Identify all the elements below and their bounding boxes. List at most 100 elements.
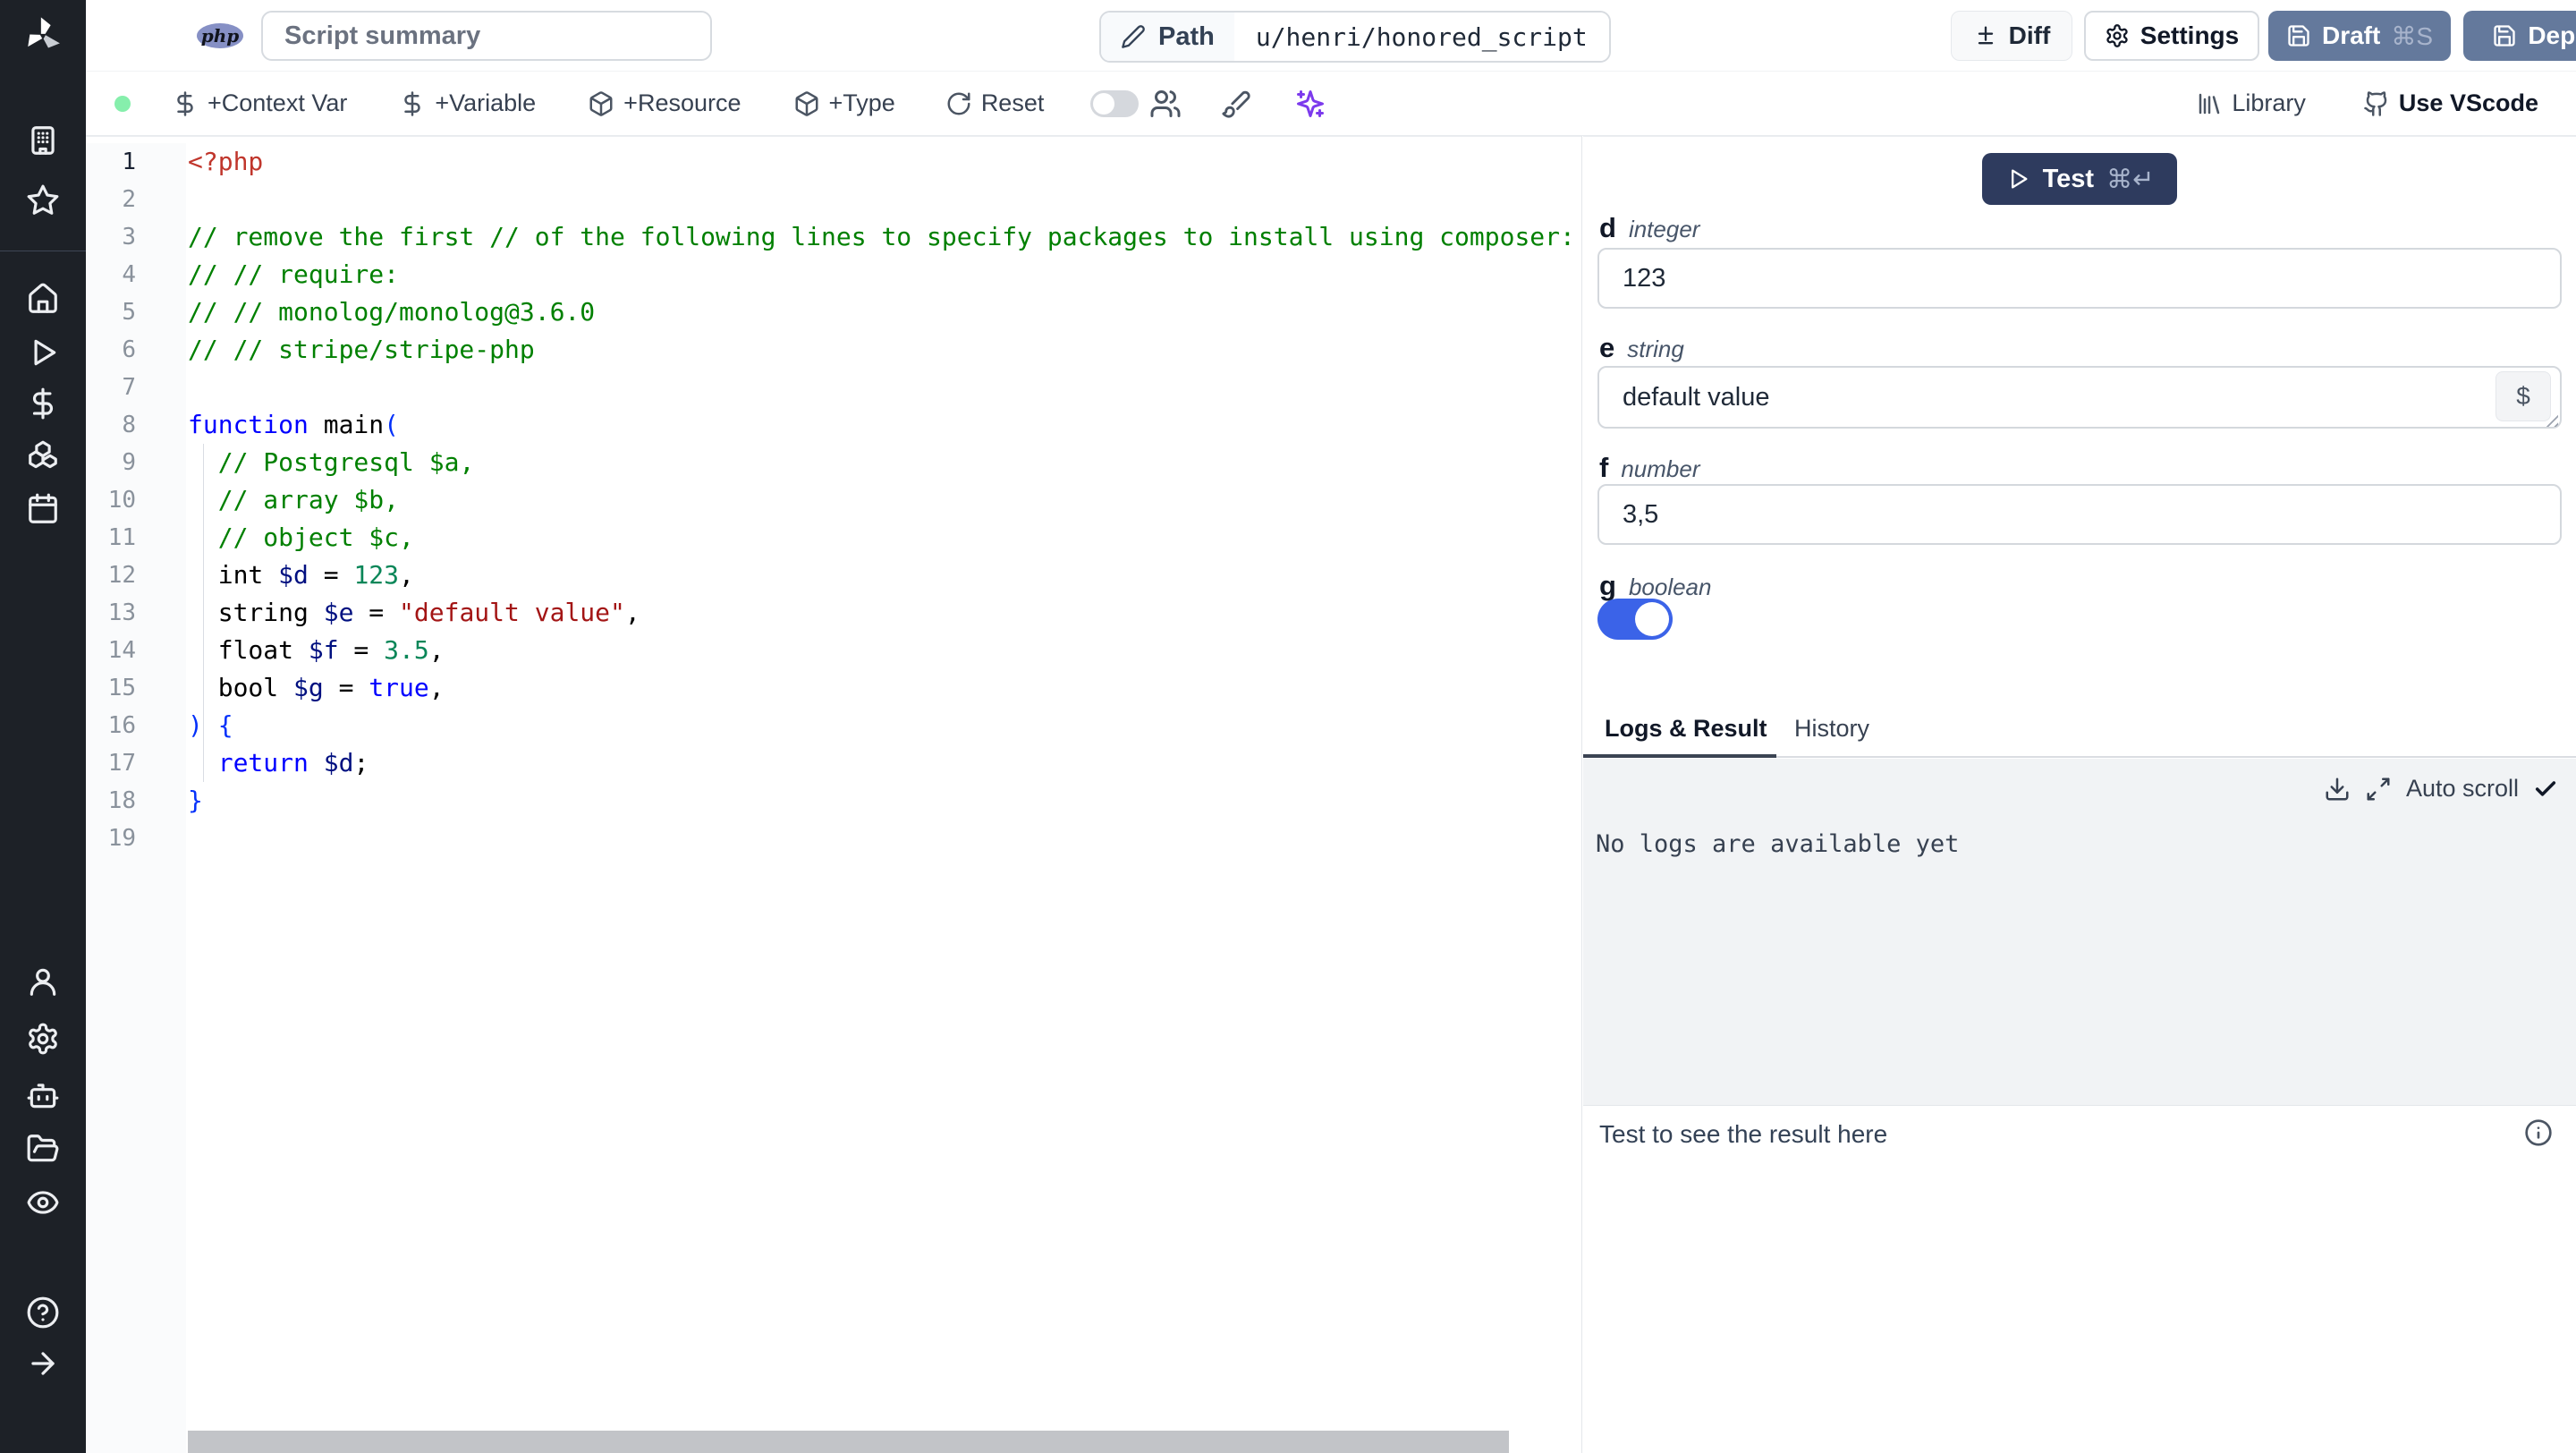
line-number: 15 [107,675,136,701]
add-resource-button[interactable]: +Resource [588,89,741,117]
language-badge-php: php [197,23,243,48]
code-line[interactable]: // remove the first // of the following … [188,218,1581,256]
variables-dollar-icon[interactable] [26,387,60,421]
code-line[interactable] [188,181,1581,218]
deploy-button[interactable]: Deploy [2463,11,2576,61]
line-number: 13 [107,599,136,626]
code-line[interactable] [188,820,1581,857]
active-tab-underline [1583,754,1776,758]
dollar-icon [172,90,199,117]
code-line[interactable]: // Postgresql $a, [188,444,1581,481]
user-icon[interactable] [26,964,60,998]
toolbar-right: Library Use VScode [2196,89,2576,117]
help-icon[interactable] [26,1296,60,1330]
add-context-var-button[interactable]: +Context Var [172,89,347,117]
field-name: g [1599,570,1616,601]
topbar: php Path u/henri/honored_script Diff Set… [86,0,2576,72]
field-type: integer [1628,216,1700,242]
play-icon [2005,166,2030,191]
code-line[interactable]: string $e = "default value", [188,594,1581,632]
boolean-toggle[interactable] [1597,599,1673,640]
windmill-logo[interactable] [20,13,66,59]
expand-icon[interactable] [2365,776,2392,803]
favorites-star-icon[interactable] [26,183,60,217]
add-variable-label: +Variable [435,89,537,116]
app-root: php Path u/henri/honored_script Diff Set… [0,0,2576,1453]
tab-history[interactable]: History [1794,715,1869,743]
code-line[interactable]: float $f = 3.5, [188,632,1581,669]
expand-sidebar-arrow-icon[interactable] [26,1347,60,1381]
script-summary-input[interactable] [261,11,712,61]
line-number: 7 [122,374,136,401]
code-line[interactable]: // array $b, [188,481,1581,519]
code-line[interactable]: // object $c, [188,519,1581,557]
home-icon[interactable] [26,282,60,316]
library-button[interactable]: Library [2196,89,2306,117]
resources-boxes-icon[interactable] [26,438,60,472]
auto-scroll-label[interactable]: Auto scroll [2406,775,2519,803]
add-variable-button[interactable]: +Variable [399,89,536,117]
save-icon [2286,23,2311,48]
result-tabs: Logs & Result History [1583,706,2576,758]
reset-button[interactable]: Reset [945,89,1045,117]
collab-toggle[interactable] [1090,89,1140,117]
settings-gear-icon[interactable] [26,1022,60,1056]
workspace-building-icon[interactable] [26,123,60,157]
code-line[interactable]: // // stripe/stripe-php [188,331,1581,369]
code-line[interactable]: function main( [188,406,1581,444]
code-lines[interactable]: <?php // remove the first // of the follo… [188,143,1581,857]
use-vscode-button[interactable]: Use VScode [2363,89,2538,117]
horizontal-scrollbar[interactable] [188,1431,1509,1453]
code-line[interactable] [188,369,1581,406]
tab-logs-result[interactable]: Logs & Result [1605,715,1767,743]
pencil-icon [1121,24,1146,49]
code-line[interactable]: <?php [188,143,1581,181]
schedules-calendar-icon[interactable] [26,492,60,526]
settings-button[interactable]: Settings [2084,11,2259,61]
line-number: 17 [107,750,136,777]
code-line[interactable]: return $d; [188,744,1581,782]
field-input-d[interactable] [1597,248,2562,309]
ai-sparkles-icon[interactable] [1294,88,1326,120]
diff-button[interactable]: Diff [1951,11,2072,61]
line-number: 5 [122,299,136,326]
draft-button[interactable]: Draft ⌘S [2268,11,2451,61]
code-line[interactable]: // // require: [188,256,1581,293]
reset-label: Reset [980,89,1045,116]
users-icon[interactable] [1149,88,1182,120]
code-line[interactable]: int $d = 123, [188,557,1581,594]
line-number: 9 [122,449,136,476]
library-label: Library [2232,89,2306,116]
code-line[interactable]: } [188,782,1581,820]
code-line[interactable]: bool $g = true, [188,669,1581,707]
folders-icon[interactable] [26,1132,60,1166]
field-input-e[interactable] [1597,366,2562,429]
no-logs-text: No logs are available yet [1596,830,1960,858]
panel-divider[interactable] [1581,136,1582,1453]
line-number: 4 [122,261,136,288]
path-button[interactable]: Path u/henri/honored_script [1099,11,1611,63]
field-input-f[interactable] [1597,484,2562,545]
line-number: 2 [122,186,136,213]
audit-eye-icon[interactable] [26,1185,60,1219]
field-label-g: g boolean [1599,570,1711,602]
use-vscode-label: Use VScode [2398,89,2538,116]
refresh-icon [945,90,972,117]
line-number: 10 [107,487,136,514]
format-brush-icon[interactable] [1221,89,1251,119]
add-context-var-label: +Context Var [208,89,348,116]
path-label: Path [1158,21,1215,51]
check-icon[interactable] [2533,777,2558,802]
info-icon[interactable] [2524,1118,2553,1147]
runs-play-icon[interactable] [26,336,60,370]
workers-robot-icon[interactable] [26,1078,60,1112]
code-line[interactable]: ) { [188,707,1581,744]
code-editor[interactable]: 1 2 3 4 5 6 7 8 9 10 11 12 13 14 15 16 17 18 19 <?php// re… [86,136,1581,1453]
download-icon[interactable] [2324,776,2351,803]
line-numbers: 1 2 3 4 5 6 7 8 9 10 11 12 13 14 15 16 17 18 19 [86,143,186,1453]
draft-label: Draft [2321,21,2381,49]
code-line[interactable]: // // monolog/monolog@3.6.0 [188,293,1581,331]
add-type-button[interactable]: +Type [793,89,895,117]
test-button[interactable]: Test ⌘↵ [1982,153,2177,205]
variable-picker-button[interactable]: $ [2496,371,2551,421]
